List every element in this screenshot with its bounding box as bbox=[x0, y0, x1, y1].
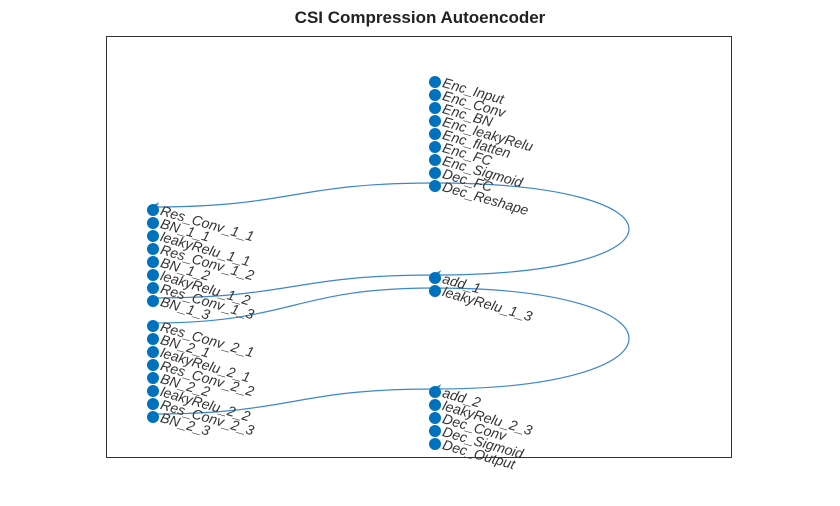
plot-box: Enc_InputEnc_ConvEnc_BNEnc_leakyReluEnc_… bbox=[106, 36, 732, 458]
layer-node: BN_2_3 bbox=[147, 408, 212, 426]
node-icon bbox=[429, 285, 441, 297]
node-icon bbox=[429, 438, 441, 450]
layer-node: BN_1_3 bbox=[147, 292, 212, 310]
node-icon bbox=[147, 411, 159, 423]
node-icon bbox=[429, 180, 441, 192]
plot-title: CSI Compression Autoencoder bbox=[0, 8, 840, 28]
layer-node: Dec_Reshape bbox=[429, 177, 532, 195]
node-label: Dec_Output bbox=[441, 436, 517, 472]
layer-node: Dec_Output bbox=[429, 435, 518, 453]
node-icon bbox=[147, 295, 159, 307]
canvas: CSI Compression Autoencoder Enc_InputEnc… bbox=[0, 0, 840, 506]
layer-node: leakyRelu_1_3 bbox=[429, 282, 536, 300]
